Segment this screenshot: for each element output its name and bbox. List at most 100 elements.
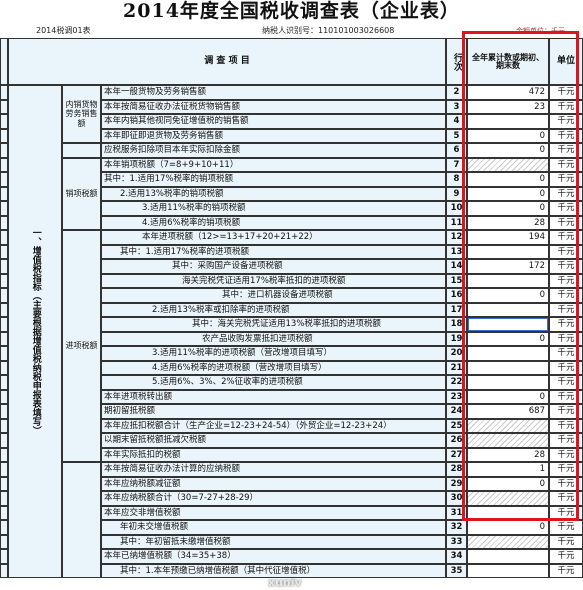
- row-line-number: 17: [446, 302, 467, 317]
- row-line-number: 5: [446, 128, 467, 143]
- row-line-number: 33: [446, 534, 467, 549]
- row-value-input[interactable]: [467, 491, 549, 506]
- row-value-input[interactable]: [467, 549, 549, 564]
- row-item-label: 其中：1.适用17%税率的进项税额: [101, 244, 446, 259]
- row-line-number: 2: [446, 85, 467, 100]
- row-value-input[interactable]: 687: [467, 404, 549, 419]
- group-output-tax: 销项税额: [62, 157, 101, 230]
- row-edge: [0, 534, 8, 549]
- row-value-input[interactable]: 28: [467, 215, 549, 230]
- group-input-tax: 进项税额: [62, 230, 101, 462]
- survey-table: 调 查 项 目行次 全年累计数或期初、期末数 单位 一、增值税指标（主要根据增值税纳税…: [0, 38, 583, 590]
- row-unit: 千元: [549, 520, 583, 535]
- row-item-label: 2.适用13%税率的销项税额: [101, 186, 446, 201]
- row-unit: 千元: [549, 273, 583, 288]
- row-value-input[interactable]: 0: [467, 128, 549, 143]
- row-value-input[interactable]: 172: [467, 259, 549, 274]
- row-unit: 千元: [549, 157, 583, 172]
- row-unit: 千元: [549, 433, 583, 448]
- row-line-number: 28: [446, 462, 467, 477]
- row-value-input[interactable]: 0: [467, 476, 549, 491]
- row-item-label: 其中：进口机器设备进项税额: [101, 288, 446, 303]
- row-item-label: 本年进项税额（12>=13+17+20+21+22）: [101, 230, 446, 245]
- row-value-input[interactable]: 0: [467, 143, 549, 158]
- unit-note: 金额单位：千元: [516, 27, 565, 35]
- row-value-input[interactable]: [467, 563, 549, 578]
- row-value-input[interactable]: [467, 346, 549, 361]
- row-unit: 千元: [549, 331, 583, 346]
- row-value-input[interactable]: [467, 157, 549, 172]
- row-value-input[interactable]: 28: [467, 447, 549, 462]
- row-item-label: 本年销项税额（7=8+9+10+11）: [101, 157, 446, 172]
- row-unit: 千元: [549, 563, 583, 578]
- row-item-label: 农产品收购发票抵扣进项税额: [101, 331, 446, 346]
- row-value-input[interactable]: [467, 360, 549, 375]
- row-unit: 千元: [549, 244, 583, 259]
- row-value-input[interactable]: [467, 534, 549, 549]
- row-value-input[interactable]: [467, 302, 549, 317]
- row-value-input[interactable]: [467, 317, 549, 332]
- row-line-number: 21: [446, 360, 467, 375]
- row-value-input[interactable]: 0: [467, 389, 549, 404]
- row-line-number: 11: [446, 215, 467, 230]
- row-edge: [0, 447, 8, 462]
- row-item-label: 3.适用11%税率的销项税额: [101, 201, 446, 216]
- row-item-label: 其中：1.适用17%税率的销项税额: [101, 172, 446, 187]
- row-unit: 千元: [549, 85, 583, 100]
- row-edge: [0, 302, 8, 317]
- row-line-number: 10: [446, 201, 467, 216]
- row-value-input[interactable]: 0: [467, 186, 549, 201]
- row-unit: 千元: [549, 288, 583, 303]
- row-value-input[interactable]: 0: [467, 201, 549, 216]
- row-line-number: 26: [446, 433, 467, 448]
- page-title: 2014年度全国税收调查表（企业表）: [123, 0, 460, 22]
- row-unit: 千元: [549, 128, 583, 143]
- header-item: 调 查 项 目: [8, 38, 446, 85]
- row-item-label: 本年按简易征收办法计算的应纳税额: [101, 462, 446, 477]
- row-value-input[interactable]: 23: [467, 99, 549, 114]
- row-unit: 千元: [549, 230, 583, 245]
- row-edge: [0, 186, 8, 201]
- group-blank-b: [62, 462, 101, 578]
- row-item-label: 其中：采购国产设备进项税额: [101, 259, 446, 274]
- row-value-input[interactable]: [467, 505, 549, 520]
- row-value-input[interactable]: [467, 375, 549, 390]
- row-edge: [0, 99, 8, 114]
- row-value-input[interactable]: [467, 114, 549, 129]
- row-line-number: 19: [446, 331, 467, 346]
- row-edge: [0, 157, 8, 172]
- row-item-label: 本年实际抵扣的税额: [101, 447, 446, 462]
- row-value-input[interactable]: 194: [467, 230, 549, 245]
- row-item-label: 本年应交非增值税额: [101, 505, 446, 520]
- row-line-number: 13: [446, 244, 467, 259]
- row-value-input[interactable]: [467, 433, 549, 448]
- row-unit: 千元: [549, 99, 583, 114]
- row-value-input[interactable]: [467, 273, 549, 288]
- row-value-input[interactable]: 1: [467, 462, 549, 477]
- row-unit: 千元: [549, 114, 583, 129]
- row-value-input[interactable]: [467, 244, 549, 259]
- row-value-input[interactable]: [467, 418, 549, 433]
- row-item-label: 海关完税凭证适用17%税率抵扣的进项税额: [101, 273, 446, 288]
- row-line-number: 29: [446, 476, 467, 491]
- row-item-label: 以期末留抵税额抵减欠税额: [101, 433, 446, 448]
- row-unit: 千元: [549, 418, 583, 433]
- row-value-input[interactable]: 0: [467, 331, 549, 346]
- row-value-input[interactable]: 0: [467, 288, 549, 303]
- row-edge: [0, 288, 8, 303]
- row-edge: [0, 331, 8, 346]
- row-unit: 千元: [549, 462, 583, 477]
- row-edge: [0, 360, 8, 375]
- row-edge: [0, 317, 8, 332]
- row-edge: [0, 491, 8, 506]
- row-unit: 千元: [549, 505, 583, 520]
- row-line-number: 7: [446, 157, 467, 172]
- row-edge: [0, 520, 8, 535]
- row-value-input[interactable]: 0: [467, 520, 549, 535]
- section-vat: 一、增值税指标（主要根据增值税纳税申报表填写）: [8, 85, 62, 578]
- row-value-input[interactable]: 0: [467, 172, 549, 187]
- row-item-label: 本年一般货物及劳务销售额: [101, 85, 446, 100]
- row-unit: 千元: [549, 215, 583, 230]
- row-value-input[interactable]: 472: [467, 85, 549, 100]
- row-item-label: 年初未交增值税额: [101, 520, 446, 535]
